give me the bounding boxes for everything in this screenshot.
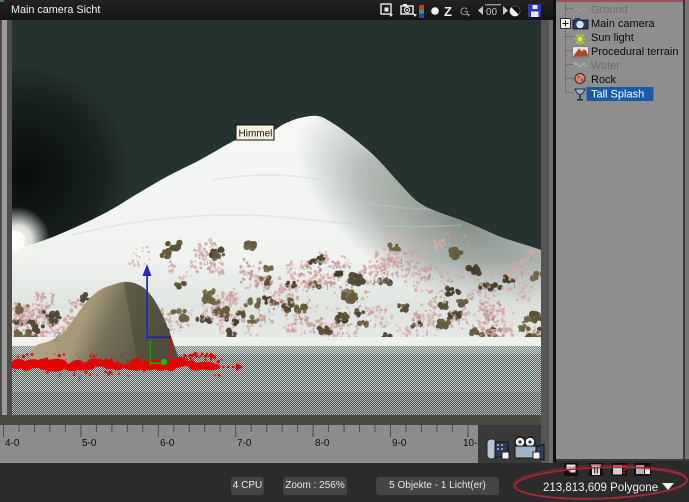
svg-text:6-0: 6-0 [160,438,175,449]
svg-text:x: x [58,370,62,379]
svg-text:y: y [78,372,82,381]
svg-text:5-0: 5-0 [82,438,97,449]
svg-text:▾: ▾ [467,13,470,19]
svg-text:10-: 10- [463,438,477,449]
svg-text:Sun light: Sun light [591,32,634,44]
svg-text:Himmel: Himmel [239,129,273,140]
svg-text:Ground: Ground [591,4,628,16]
svg-text:7-0: 7-0 [237,438,252,449]
svg-text:Tall Splash: Tall Splash [591,89,644,101]
svg-text:Main camera: Main camera [591,18,655,30]
svg-text:4-0: 4-0 [5,438,20,449]
svg-text:9-0: 9-0 [392,438,407,449]
svg-text:Water: Water [591,60,620,72]
svg-text:Procedural terrain: Procedural terrain [591,46,678,58]
svg-text:8-0: 8-0 [315,438,330,449]
svg-text:Z: Z [54,330,61,344]
svg-text:Z: Z [444,4,452,19]
svg-text:00: 00 [486,7,498,18]
svg-text:Rock: Rock [591,74,617,86]
